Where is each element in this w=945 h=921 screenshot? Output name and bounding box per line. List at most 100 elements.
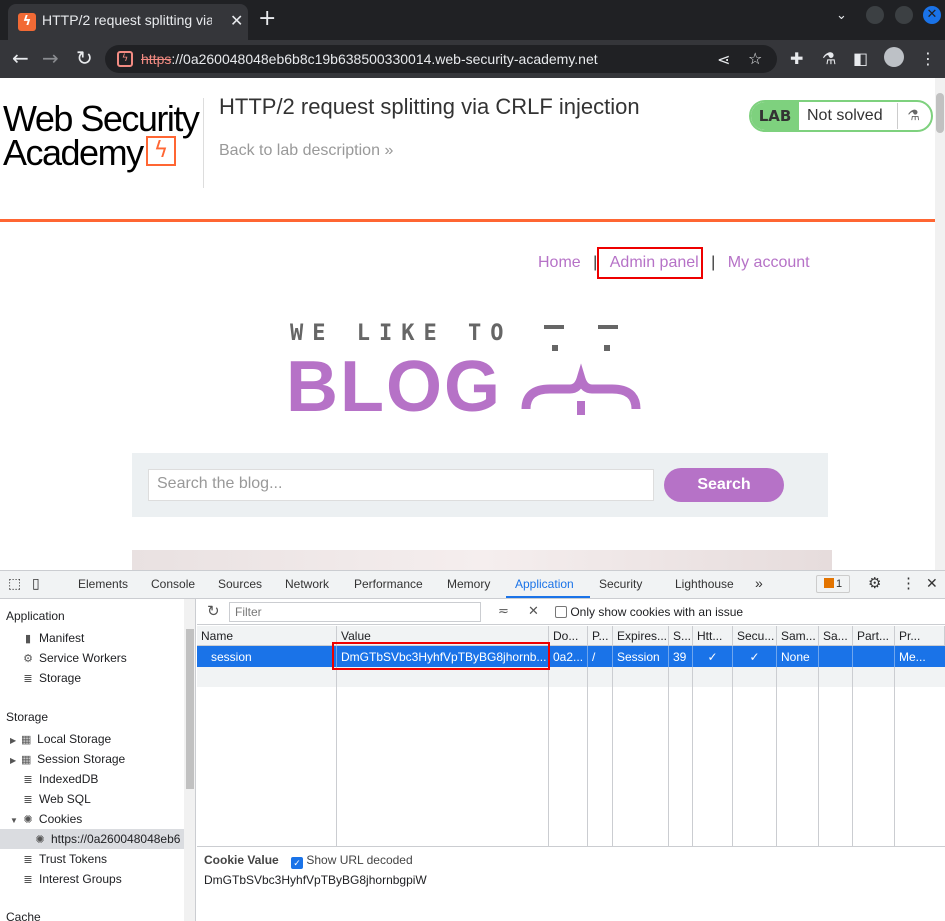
- cell-httponly[interactable]: ✓: [693, 646, 733, 667]
- tab-sources[interactable]: Sources: [218, 577, 262, 591]
- close-icon[interactable]: ✕: [230, 11, 243, 30]
- search-button[interactable]: Search: [664, 468, 784, 502]
- show-url-decoded-toggle[interactable]: ✓ Show URL decoded: [291, 853, 413, 869]
- web-page: Web Security Academy ϟ HTTP/2 request sp…: [0, 78, 935, 570]
- cell-expires[interactable]: Session: [613, 646, 669, 667]
- minimize-icon[interactable]: [866, 6, 884, 24]
- sidebar-item-storage[interactable]: ≣ Storage: [22, 671, 81, 685]
- col-expires[interactable]: Expires...: [613, 626, 669, 646]
- col-size[interactable]: S...: [669, 626, 693, 646]
- reload-icon[interactable]: ↻: [76, 46, 93, 70]
- expand-arrow-icon: ▶: [10, 736, 17, 745]
- col-partition[interactable]: Part...: [853, 626, 895, 646]
- sidebar-item-web-sql[interactable]: ≣ Web SQL: [22, 792, 90, 806]
- cell-samesite[interactable]: None: [777, 646, 819, 667]
- tab-network[interactable]: Network: [285, 577, 329, 591]
- refresh-icon[interactable]: ↻: [207, 602, 220, 620]
- issue-flag-icon: [823, 578, 834, 588]
- sidebar-scrollbar[interactable]: [184, 599, 195, 921]
- chevron-down-icon[interactable]: ⌄: [836, 8, 854, 26]
- checkmark-icon[interactable]: ✓: [291, 857, 303, 869]
- settings-gear-icon[interactable]: ⚙: [868, 574, 881, 592]
- url-text: https://0a260048048eb6b8c19b638500330014…: [141, 51, 598, 67]
- col-path[interactable]: P...: [588, 626, 613, 646]
- tab-performance[interactable]: Performance: [354, 577, 423, 591]
- new-tab-icon[interactable]: +: [258, 6, 276, 31]
- file-icon: ▮: [24, 633, 32, 645]
- lab-title: HTTP/2 request splitting via CRLF inject…: [219, 94, 640, 119]
- more-options-icon[interactable]: ⋮: [901, 574, 916, 592]
- only-issues-checkbox[interactable]: [555, 606, 567, 618]
- page-scrollbar[interactable]: [935, 78, 945, 570]
- cell-secure[interactable]: ✓: [733, 646, 777, 667]
- cookie-value-text[interactable]: DmGTbSVbc3HyhfVpTByBG8jhornbgpiW: [204, 873, 427, 887]
- tab-console[interactable]: Console: [151, 577, 195, 591]
- browser-tab[interactable]: ϟ HTTP/2 request splitting via CRLF inje…: [8, 4, 248, 40]
- cell-size[interactable]: 39: [669, 646, 693, 667]
- delete-selected-icon[interactable]: ✕: [528, 603, 539, 619]
- nav-account-link[interactable]: My account: [728, 254, 810, 272]
- blog-title: BLOG: [286, 347, 502, 427]
- expand-arrow-icon: ▶: [10, 756, 17, 765]
- cell-domain[interactable]: 0a2...: [549, 646, 588, 667]
- cell-priority[interactable]: Me...: [895, 646, 945, 667]
- sidebar-item-trust-tokens[interactable]: ≣ Trust Tokens: [22, 852, 107, 866]
- search-input[interactable]: Search the blog...: [148, 469, 654, 501]
- col-priority[interactable]: Pr...: [895, 626, 945, 646]
- tab-security[interactable]: Security: [599, 577, 642, 591]
- cell-path[interactable]: /: [588, 646, 613, 667]
- sidebar-item-service-workers[interactable]: ⚙ Service Workers: [22, 651, 127, 665]
- sidebar-item-cookies[interactable]: ▼ ✺ Cookies: [10, 812, 82, 826]
- tab-lighthouse[interactable]: Lighthouse: [675, 577, 734, 591]
- extensions-icon[interactable]: ✚: [790, 49, 803, 68]
- tab-elements[interactable]: Elements: [78, 577, 128, 591]
- cell-partition[interactable]: [853, 646, 895, 667]
- logo-line2[interactable]: Academy: [3, 132, 144, 174]
- sidebar-item-interest-groups[interactable]: ≣ Interest Groups: [22, 872, 121, 886]
- side-panel-icon[interactable]: ◧: [853, 49, 868, 68]
- filter-input[interactable]: Filter: [229, 602, 481, 622]
- post-image[interactable]: [132, 550, 832, 570]
- col-secure[interactable]: Secu...: [733, 626, 777, 646]
- maximize-icon[interactable]: [895, 6, 913, 24]
- share-icon[interactable]: ⋖: [717, 50, 730, 69]
- col-name[interactable]: Name: [197, 626, 337, 646]
- database-icon: ≣: [23, 874, 33, 886]
- window-close-icon[interactable]: ✕: [923, 6, 941, 24]
- sidebar-item-manifest[interactable]: ▮ Manifest: [22, 631, 84, 645]
- sidebar-item-session-storage[interactable]: ▶ ▦ Session Storage: [10, 752, 125, 766]
- star-icon[interactable]: ☆: [748, 49, 762, 68]
- col-samesite[interactable]: Sam...: [777, 626, 819, 646]
- more-tabs-icon[interactable]: »: [755, 575, 763, 591]
- col-sameparty[interactable]: Sa...: [819, 626, 853, 646]
- only-issues-toggle[interactable]: Only show cookies with an issue: [555, 605, 743, 619]
- menu-dots-icon[interactable]: ⋮: [920, 49, 936, 68]
- database-icon: ≣: [23, 854, 33, 866]
- issues-button[interactable]: 1: [816, 575, 850, 593]
- back-to-description-link[interactable]: Back to lab description »: [219, 142, 393, 160]
- highlight-box: [332, 642, 550, 670]
- tab-memory[interactable]: Memory: [447, 577, 490, 591]
- forward-arrow-icon[interactable]: →: [42, 46, 59, 70]
- sidebar-item-cookie-origin[interactable]: ✺ https://0a260048048eb6: [34, 832, 184, 846]
- flask-icon[interactable]: ⚗: [822, 49, 836, 68]
- profile-avatar-icon[interactable]: [884, 47, 904, 67]
- sidebar-item-local-storage[interactable]: ▶ ▦ Local Storage: [10, 732, 111, 746]
- nav-home-link[interactable]: Home: [538, 254, 581, 272]
- col-httponly[interactable]: Htt...: [693, 626, 733, 646]
- close-devtools-icon[interactable]: ✕: [926, 575, 938, 592]
- sidebar-item-indexeddb[interactable]: ≣ IndexedDB: [22, 772, 98, 786]
- section-storage: Storage: [6, 710, 49, 724]
- cell-name[interactable]: session: [197, 646, 337, 667]
- cookie-value-pane: Cookie Value ✓ Show URL decoded DmGTbSVb…: [197, 846, 945, 921]
- cell-sameparty[interactable]: [819, 646, 853, 667]
- insecure-lock-icon[interactable]: ϟ: [117, 51, 133, 67]
- address-bar[interactable]: ϟ https://0a260048048eb6b8c19b6385003300…: [105, 45, 777, 73]
- device-toolbar-icon[interactable]: ▯: [32, 575, 40, 592]
- section-cache: Cache: [6, 910, 41, 921]
- clear-filtered-icon[interactable]: ≂: [498, 603, 509, 619]
- tab-application[interactable]: Application: [515, 577, 574, 591]
- back-arrow-icon[interactable]: ←: [12, 46, 29, 70]
- inspect-icon[interactable]: ⬚: [8, 575, 21, 592]
- col-domain[interactable]: Do...: [549, 626, 588, 646]
